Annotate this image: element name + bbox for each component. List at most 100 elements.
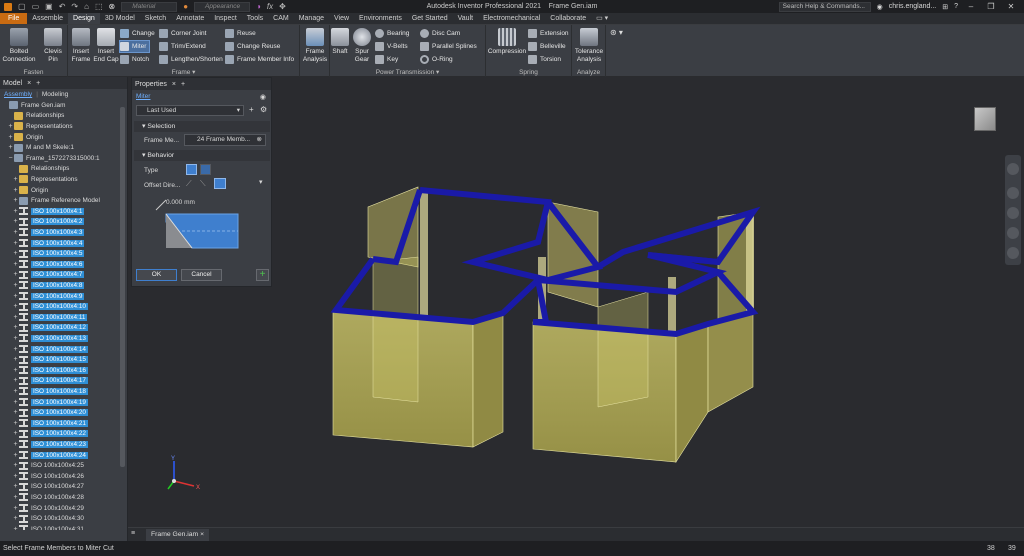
- open-file-icon[interactable]: ▭: [32, 2, 40, 11]
- tabs-menu-icon[interactable]: ≡: [131, 530, 135, 537]
- tree-node[interactable]: + Origin: [0, 132, 43, 143]
- tab-collaborate[interactable]: Collaborate: [545, 13, 591, 24]
- tree-node[interactable]: + ISO 100x100x4:18: [0, 386, 88, 397]
- key-button[interactable]: Key: [375, 54, 398, 65]
- tree-expand-icon[interactable]: +: [12, 505, 19, 512]
- redo-icon[interactable]: ↷: [71, 2, 78, 11]
- orbit-icon[interactable]: [1007, 227, 1019, 239]
- tree-node[interactable]: + ISO 100x100x4:10: [0, 301, 88, 312]
- tree-node[interactable]: + ISO 100x100x4:2: [0, 217, 85, 228]
- pan-icon[interactable]: [1007, 187, 1019, 199]
- tree-expand-icon[interactable]: +: [12, 314, 19, 321]
- insert-end-cap-button[interactable]: Insert End Cap: [93, 28, 119, 63]
- tab-environments[interactable]: Environments: [354, 13, 407, 24]
- change-reuse-button[interactable]: Change Reuse: [225, 41, 280, 52]
- tree-expand-icon[interactable]: +: [12, 473, 19, 480]
- lengthen-shorten-button[interactable]: Lengthen/Shorten: [159, 54, 223, 65]
- tab-sketch[interactable]: Sketch: [140, 13, 171, 24]
- tree-expand-icon[interactable]: +: [12, 441, 19, 448]
- help-search-input[interactable]: Search Help & Commands...: [778, 1, 871, 12]
- offset-symmetric-icon[interactable]: [214, 178, 226, 189]
- tree-node[interactable]: + ISO 100x100x4:14: [0, 344, 88, 355]
- tree-node[interactable]: + Frame Reference Model: [0, 195, 100, 206]
- tree-node[interactable]: + ISO 100x100x4:4: [0, 238, 85, 249]
- change-button[interactable]: Change: [120, 28, 155, 39]
- tree-expand-icon[interactable]: +: [7, 144, 14, 151]
- tree-node[interactable]: + ISO 100x100x4:16: [0, 365, 88, 376]
- tree-expand-icon[interactable]: +: [12, 515, 19, 522]
- tab-manage[interactable]: Manage: [294, 13, 329, 24]
- visibility-eye-icon[interactable]: ◉: [260, 93, 266, 101]
- preset-settings-icon[interactable]: ⚙: [260, 105, 267, 114]
- insert-frame-button[interactable]: Insert Frame: [70, 28, 92, 63]
- browser-add-icon[interactable]: +: [36, 80, 40, 87]
- browser-close-icon[interactable]: ×: [27, 80, 31, 87]
- tree-expand-icon[interactable]: +: [12, 399, 19, 406]
- tab-view[interactable]: View: [329, 13, 354, 24]
- tree-node[interactable]: + ISO 100x100x4:15: [0, 354, 88, 365]
- tree-node[interactable]: + Origin: [0, 185, 48, 196]
- fx-icon[interactable]: fx: [267, 2, 273, 11]
- tree-expand-icon[interactable]: +: [12, 377, 19, 384]
- spur-gear-button[interactable]: Spur Gear: [351, 28, 373, 63]
- tree-expand-icon[interactable]: +: [12, 430, 19, 437]
- select-icon[interactable]: ⬚: [95, 2, 103, 11]
- tab-tools[interactable]: Tools: [242, 13, 268, 24]
- ok-button[interactable]: OK: [136, 269, 177, 281]
- properties-title[interactable]: Properties: [135, 81, 167, 88]
- panel-label-power-transmission[interactable]: Power Transmission ▾: [330, 68, 485, 76]
- tree-node[interactable]: + ISO 100x100x4:17: [0, 376, 88, 387]
- tree-node[interactable]: + ISO 100x100x4:31: [0, 524, 84, 530]
- help-icon[interactable]: ?: [954, 3, 958, 10]
- tree-expand-icon[interactable]: −: [7, 155, 14, 162]
- tree-node[interactable]: + ISO 100x100x4:25: [0, 460, 84, 471]
- extension-button[interactable]: Extension: [528, 28, 569, 39]
- tree-expand-icon[interactable]: +: [12, 409, 19, 416]
- close-icon[interactable]: ✕: [1004, 2, 1018, 11]
- tree-expand-icon[interactable]: +: [12, 197, 19, 204]
- tree-node[interactable]: + ISO 100x100x4:7: [0, 270, 85, 281]
- tree-node[interactable]: + ISO 100x100x4:26: [0, 471, 84, 482]
- steering-wheel-icon[interactable]: [1007, 163, 1019, 175]
- tab-file[interactable]: File: [0, 13, 28, 24]
- tree-expand-icon[interactable]: +: [12, 240, 19, 247]
- tab-3d-model[interactable]: 3D Model: [100, 13, 140, 24]
- restore-icon[interactable]: ❐: [984, 2, 998, 11]
- tree-node[interactable]: + ISO 100x100x4:20: [0, 407, 88, 418]
- tab-cam[interactable]: CAM: [268, 13, 294, 24]
- cart-icon[interactable]: ⊞: [942, 3, 948, 11]
- tree-node[interactable]: Frame Gen.iam: [0, 100, 65, 111]
- torsion-button[interactable]: Torsion: [528, 54, 561, 65]
- tree-node[interactable]: + ISO 100x100x4:29: [0, 503, 84, 514]
- measure-icon[interactable]: ✥: [279, 2, 286, 11]
- tree-expand-icon[interactable]: +: [12, 420, 19, 427]
- tab-electromechanical[interactable]: Electromechanical: [478, 13, 545, 24]
- user-name[interactable]: chris.england...: [889, 3, 936, 10]
- tree-expand-icon[interactable]: +: [12, 271, 19, 278]
- tab-get-started[interactable]: Get Started: [407, 13, 453, 24]
- disc-cam-button[interactable]: Disc Cam: [420, 28, 460, 39]
- home-icon[interactable]: ⌂: [84, 2, 89, 11]
- tree-node[interactable]: Relationships: [0, 164, 69, 175]
- tree-expand-icon[interactable]: +: [7, 123, 14, 130]
- tree-expand-icon[interactable]: +: [12, 324, 19, 331]
- tree-expand-icon[interactable]: +: [12, 293, 19, 300]
- tree-node[interactable]: + ISO 100x100x4:9: [0, 291, 85, 302]
- tree-node[interactable]: + ISO 100x100x4:3: [0, 227, 85, 238]
- mode-assembly[interactable]: Assembly: [4, 91, 32, 98]
- tree-node[interactable]: + Representations: [0, 121, 73, 132]
- save-icon[interactable]: ▣: [45, 2, 53, 11]
- tree-expand-icon[interactable]: +: [12, 250, 19, 257]
- preset-add-icon[interactable]: +: [249, 105, 254, 114]
- tree-expand-icon[interactable]: +: [12, 187, 19, 194]
- parallel-splines-button[interactable]: Parallel Splines: [420, 41, 477, 52]
- tree-node[interactable]: + ISO 100x100x4:1: [0, 206, 85, 217]
- v-belts-button[interactable]: V-Belts: [375, 41, 408, 52]
- tab-inspect[interactable]: Inspect: [209, 13, 242, 24]
- o-ring-button[interactable]: O-Ring: [420, 54, 453, 65]
- shaft-button[interactable]: Shaft: [331, 28, 349, 56]
- tree-expand-icon[interactable]: +: [12, 176, 19, 183]
- tab-annotate[interactable]: Annotate: [171, 13, 209, 24]
- tree-node[interactable]: + ISO 100x100x4:6: [0, 259, 85, 270]
- doc-tab-close-icon[interactable]: ×: [200, 531, 204, 538]
